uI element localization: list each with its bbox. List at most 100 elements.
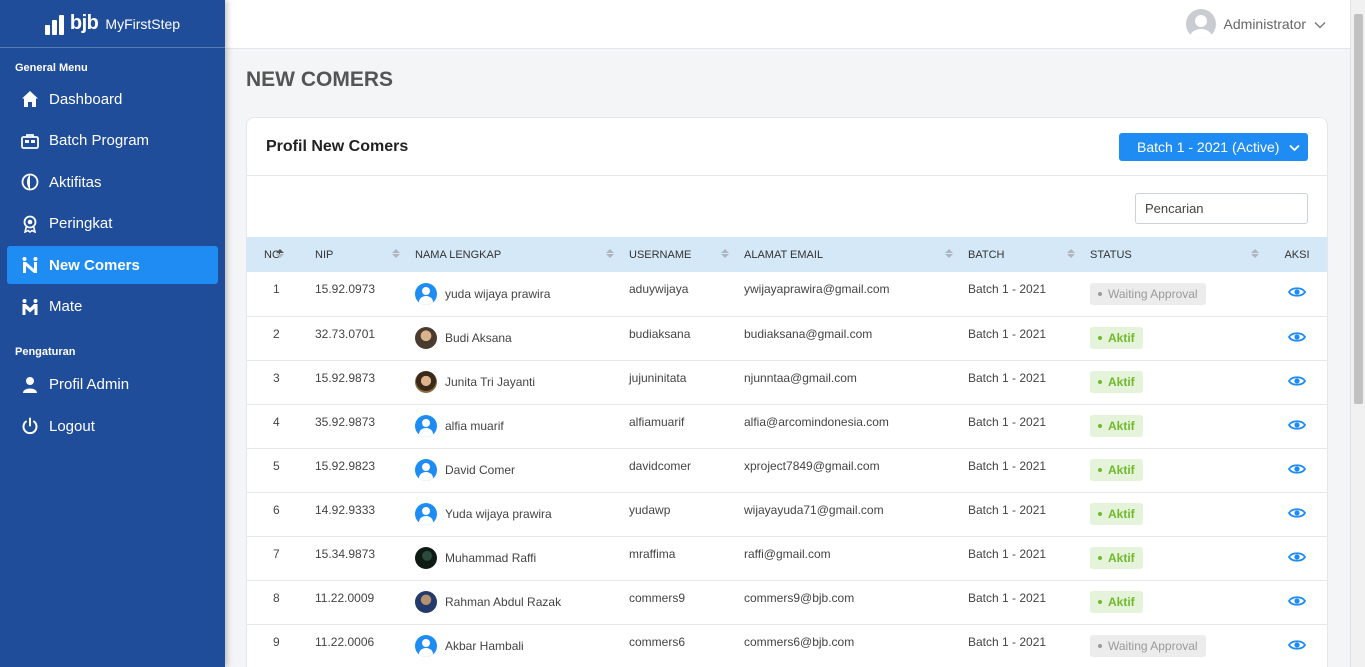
avatar xyxy=(415,371,437,393)
user-menu[interactable]: Administrator xyxy=(1185,9,1326,39)
full-name: Yuda wijaya prawira xyxy=(445,507,552,521)
sidebar-item-dashboard[interactable]: Dashboard xyxy=(7,80,218,118)
table-row: 3 15.92.9873 Junita Tri Jayanti jujuninitat… xyxy=(247,360,1327,404)
sort-icon xyxy=(276,249,284,258)
table-row: 8 11.22.0009 Rahman Abdul Razak commers9 com… xyxy=(247,580,1327,624)
cell-no: 6 xyxy=(273,502,280,517)
mate-icon xyxy=(21,298,39,316)
view-eye-icon[interactable] xyxy=(1287,595,1307,610)
sidebar-item-mate[interactable]: Mate xyxy=(7,288,218,326)
cell-batch: Batch 1 - 2021 xyxy=(968,502,1047,517)
status-badge: Waiting Approval xyxy=(1090,635,1206,657)
sidebar-item-logout[interactable]: Logout xyxy=(7,407,218,445)
cell-email: commers6@bjb.com xyxy=(744,634,855,649)
cell-no: 5 xyxy=(273,458,280,473)
column-header-username[interactable]: USERNAME xyxy=(622,237,737,272)
cell-email: wijayayuda71@gmail.com xyxy=(744,502,884,517)
general-menu-title: General Menu xyxy=(15,62,88,74)
column-header-aksi: AKSI xyxy=(1284,248,1310,261)
view-eye-icon[interactable] xyxy=(1287,463,1307,478)
power-icon xyxy=(21,417,39,435)
cell-no: 7 xyxy=(273,546,280,561)
cell-email: alfia@arcomindonesia.com xyxy=(744,414,889,429)
cell-email: njunntaa@gmail.com xyxy=(744,370,857,385)
full-name: yuda wijaya prawira xyxy=(445,286,551,301)
cell-email: ywijayaprawira@gmail.com xyxy=(744,282,890,296)
sidebar-item-label: Profil Admin xyxy=(49,376,130,393)
sidebar-item-profil-admin[interactable]: Profil Admin xyxy=(7,366,218,404)
cell-nip: 35.92.9873 xyxy=(315,414,376,429)
column-header-name[interactable]: NAMA LENGKAP xyxy=(408,237,622,272)
award-icon xyxy=(21,215,39,233)
cell-no: 2 xyxy=(273,326,280,341)
cell-username: budiaksana xyxy=(629,326,691,341)
sidebar-item-label: Mate xyxy=(49,298,83,315)
cell-nip: 15.92.9823 xyxy=(315,458,376,473)
avatar xyxy=(415,282,437,305)
newcomers-table: NO NIP NAMA LENGKAP USERNAME ALAMAT EMAI… xyxy=(247,237,1327,667)
view-eye-icon[interactable] xyxy=(1287,375,1307,390)
full-name: Akbar Hambali xyxy=(445,639,524,653)
sidebar-item-batch-program[interactable]: Batch Program xyxy=(7,122,218,160)
status-badge: Aktif xyxy=(1090,591,1143,613)
view-eye-icon[interactable] xyxy=(1287,507,1307,522)
sidebar-item-peringkat[interactable]: Peringkat xyxy=(7,205,218,243)
status-badge: Aktif xyxy=(1090,503,1143,525)
batch-select-value: Batch 1 - 2021 (Active) xyxy=(1137,138,1280,155)
card-title: Profil New Comers xyxy=(266,137,409,155)
sort-icon xyxy=(1067,249,1075,258)
scrollbar-thumb[interactable] xyxy=(1354,14,1363,404)
chevron-down-icon xyxy=(1314,16,1326,32)
cell-username: alfiamuarif xyxy=(629,414,685,429)
cell-name: Junita Tri Jayanti xyxy=(408,360,622,404)
cell-name: Rahman Abdul Razak xyxy=(408,580,622,624)
cell-username: davidcomer xyxy=(629,458,692,473)
column-header-no[interactable]: NO xyxy=(247,237,308,272)
view-eye-icon[interactable] xyxy=(1287,639,1307,654)
settings-menu-title: Pengaturan xyxy=(15,345,76,358)
cell-aksi xyxy=(1267,448,1327,492)
status-badge: Waiting Approval xyxy=(1090,282,1206,305)
sidebar-item-aktifitas[interactable]: Aktifitas xyxy=(7,163,218,201)
view-eye-icon[interactable] xyxy=(1287,551,1307,566)
sidebar-item-label: New Comers xyxy=(49,256,140,274)
status-badge: Aktif xyxy=(1090,415,1143,437)
cell-name: Muhammad Raffi xyxy=(408,536,622,580)
cell-status: Aktif xyxy=(1083,536,1267,580)
cell-nip: 14.92.9333 xyxy=(315,502,376,517)
column-header-status[interactable]: STATUS xyxy=(1083,237,1267,272)
logo-subtitle: MyFirstStep xyxy=(105,15,181,32)
sidebar-item-label: Logout xyxy=(49,417,95,435)
sidebar-item-new-comers[interactable]: New Comers xyxy=(7,246,218,284)
column-header-nip[interactable]: NIP xyxy=(308,237,408,272)
search-row xyxy=(247,176,1327,237)
cell-status: Waiting Approval xyxy=(1083,272,1267,316)
logo[interactable]: bjb MyFirstStep xyxy=(0,0,225,48)
column-header-email[interactable]: ALAMAT EMAIL xyxy=(737,237,961,272)
cell-batch: Batch 1 - 2021 xyxy=(968,414,1047,429)
status-badge: Aktif xyxy=(1090,459,1143,481)
cell-aksi xyxy=(1267,360,1327,404)
table-row: 6 14.92.9333 Yuda wijaya prawira yudawp wija… xyxy=(247,492,1327,536)
cell-username: aduywijaya xyxy=(629,282,689,296)
sidebar: bjb MyFirstStep General Menu Dashboard B… xyxy=(0,0,225,667)
avatar xyxy=(415,459,437,481)
search-input[interactable] xyxy=(1135,193,1308,224)
view-eye-icon[interactable] xyxy=(1287,331,1307,346)
cell-no: 9 xyxy=(273,634,280,649)
batch-select[interactable]: Batch 1 - 2021 (Active) xyxy=(1119,132,1308,161)
view-eye-icon[interactable] xyxy=(1287,419,1307,434)
page-scrollbar[interactable] xyxy=(1350,0,1365,667)
cell-username: jujuninitata xyxy=(629,370,687,385)
cell-email: budiaksana@gmail.com xyxy=(744,326,873,341)
view-eye-icon[interactable] xyxy=(1287,286,1307,301)
sort-icon xyxy=(392,249,400,258)
cell-username: yudawp xyxy=(629,502,671,517)
full-name: Budi Aksana xyxy=(445,331,512,345)
avatar xyxy=(415,503,437,525)
column-header-batch[interactable]: BATCH xyxy=(961,237,1083,272)
cell-nip: 11.22.0006 xyxy=(315,634,375,649)
cell-name: David Comer xyxy=(408,448,622,492)
cell-aksi xyxy=(1267,404,1327,448)
newcomers-card: Profil New Comers Batch 1 - 2021 (Active… xyxy=(246,117,1328,667)
